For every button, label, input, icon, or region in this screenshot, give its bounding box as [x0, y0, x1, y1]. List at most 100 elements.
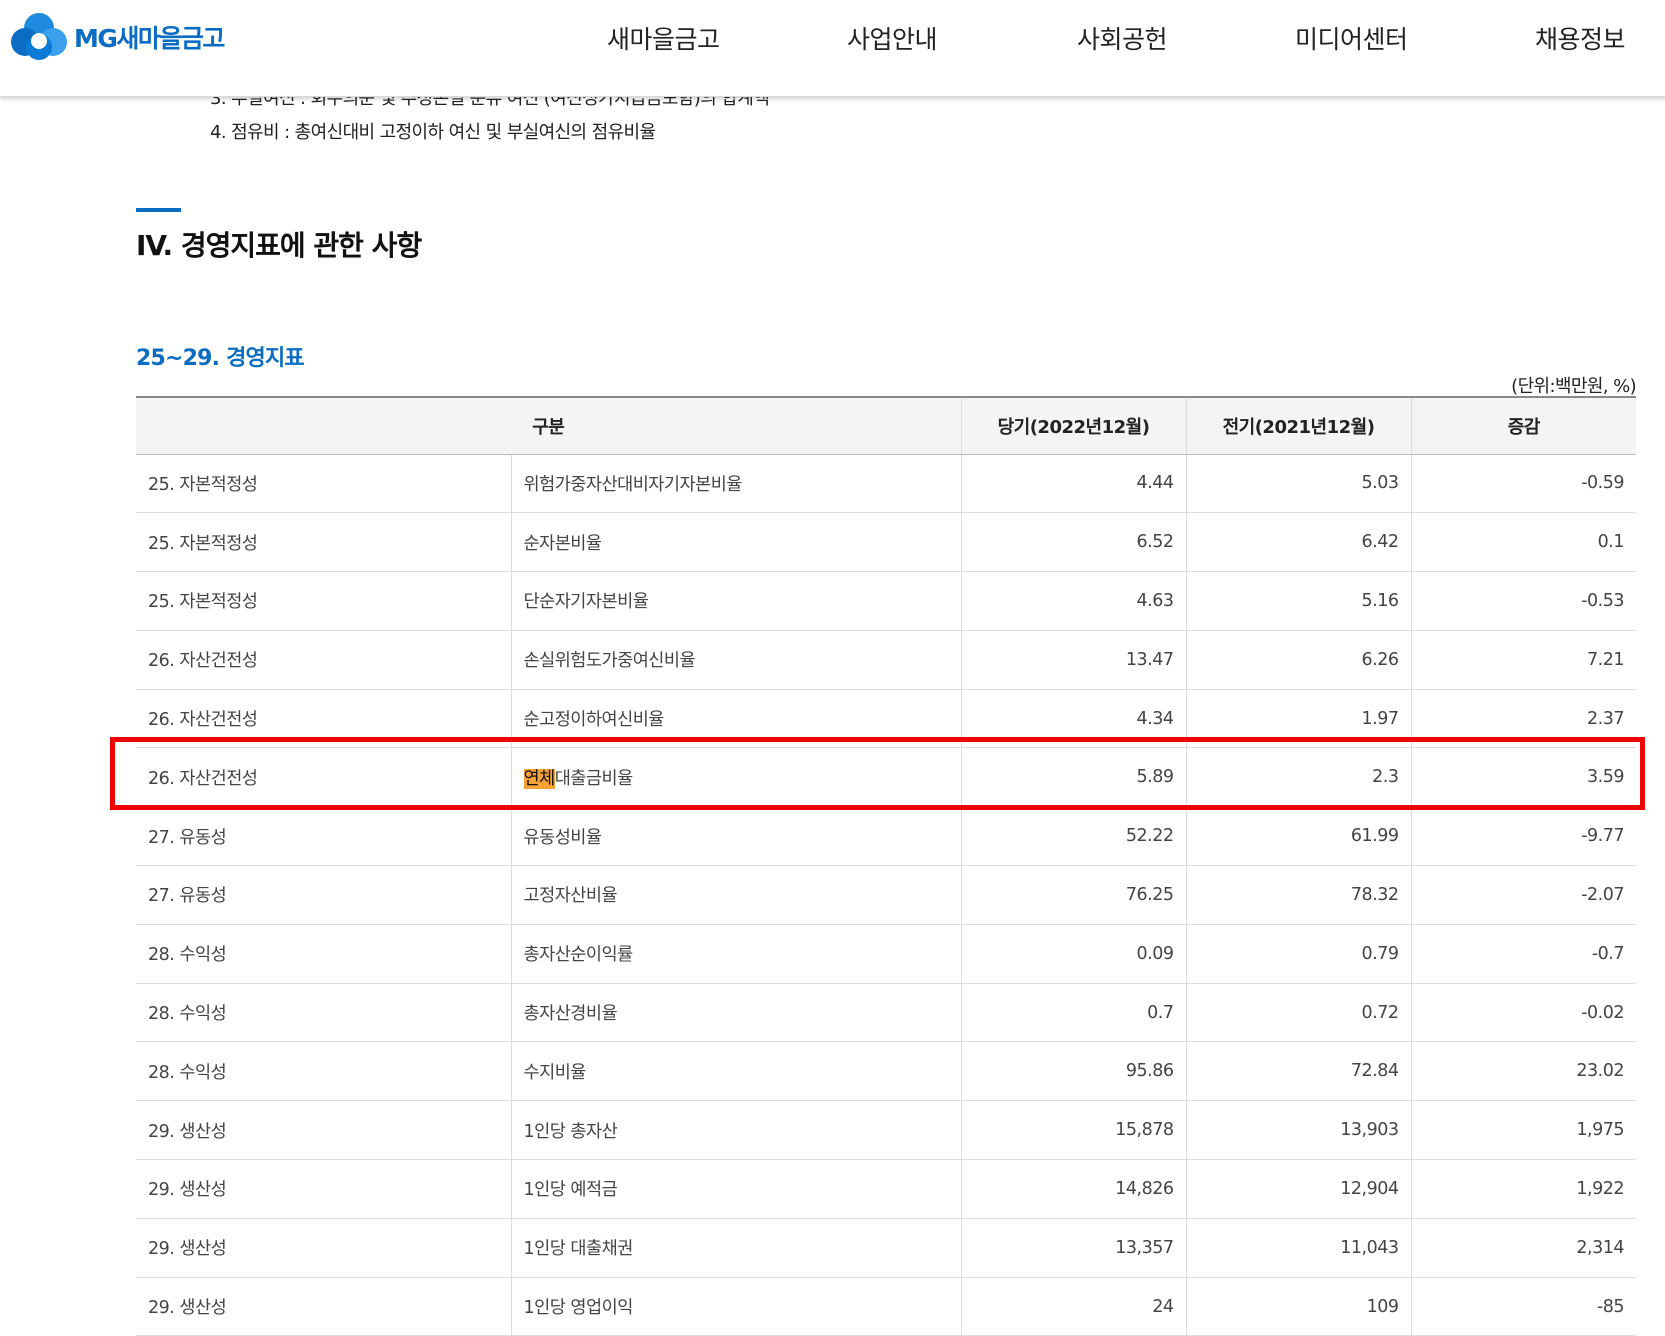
- cell-current: 14,826: [960, 1159, 1186, 1219]
- cell-category: 28. 수익성: [136, 1041, 511, 1102]
- table-header-row: 구분 당기(2022년12월) 전기(2021년12월) 증감: [136, 396, 1636, 455]
- cell-category: 26. 자산건전성: [136, 689, 511, 749]
- cell-change: 1,922: [1410, 1159, 1636, 1219]
- cell-item: 순자본비율: [510, 512, 961, 573]
- nav-item-recruit[interactable]: 채용정보: [1535, 20, 1626, 56]
- cell-change: 7.21: [1410, 630, 1636, 690]
- cell-category: 25. 자본적정성: [136, 571, 511, 631]
- cell-item: 순고정이하여신비율: [510, 689, 961, 749]
- table-row: 26. 자산건전성 순고정이하여신비율 4.34 1.97 2.37: [136, 689, 1636, 749]
- cell-item: 유동성비율: [510, 806, 961, 867]
- cell-item-text: 대출금비율: [554, 768, 634, 789]
- cell-previous: 109: [1185, 1277, 1411, 1336]
- cell-category: 27. 유동성: [136, 865, 511, 925]
- cell-previous: 11,043: [1185, 1218, 1411, 1278]
- cell-change: -0.02: [1410, 983, 1636, 1043]
- table-row: 25. 자본적정성 단순자기자본비율 4.63 5.16 -0.53: [136, 571, 1636, 631]
- cell-item: 1인당 영업이익: [510, 1277, 961, 1336]
- cell-current: 4.44: [960, 454, 1186, 514]
- cell-current: 52.22: [960, 806, 1186, 867]
- cell-item: 1인당 총자산: [510, 1100, 961, 1161]
- cell-previous: 78.32: [1185, 865, 1411, 925]
- nav-item-media[interactable]: 미디어센터: [1295, 20, 1408, 56]
- cell-current: 95.86: [960, 1041, 1186, 1102]
- search-highlight: 연체: [523, 768, 555, 789]
- cell-item: 단순자기자본비율: [510, 571, 961, 631]
- table-row: 29. 생산성 1인당 영업이익 24 109 -85: [136, 1277, 1636, 1336]
- cell-change: 0.1: [1410, 512, 1636, 573]
- header-previous: 전기(2021년12월): [1185, 396, 1411, 455]
- cell-previous: 1.97: [1185, 689, 1411, 749]
- cell-category: 27. 유동성: [136, 806, 511, 867]
- table-row: 28. 수익성 총자산경비율 0.7 0.72 -0.02: [136, 983, 1636, 1043]
- cell-change: 1,975: [1410, 1100, 1636, 1161]
- cell-item: 위험가중자산대비자기자본비율: [510, 454, 961, 514]
- header-division: 구분: [136, 396, 961, 455]
- cell-category: 29. 생산성: [136, 1218, 511, 1278]
- cell-item: 고정자산비율: [510, 865, 961, 925]
- cell-change: 23.02: [1410, 1041, 1636, 1102]
- cell-change: 2,314: [1410, 1218, 1636, 1278]
- cell-previous: 61.99: [1185, 806, 1411, 867]
- cell-previous: 5.03: [1185, 454, 1411, 514]
- site-header: MG새마을금고 새마을금고 사업안내 사회공헌 미디어센터 채용정보: [0, 0, 1665, 97]
- logo-text: MG새마을금고: [74, 24, 225, 53]
- subsection-title: 25~29. 경영지표: [136, 346, 305, 371]
- cell-category: 26. 자산건전성: [136, 630, 511, 690]
- cell-item: 손실위험도가중여신비율: [510, 630, 961, 690]
- table-row: 27. 유동성 유동성비율 52.22 61.99 -9.77: [136, 806, 1636, 867]
- cell-current: 0.7: [960, 983, 1186, 1043]
- header-change: 증감: [1410, 396, 1636, 455]
- cell-previous: 2.3: [1185, 747, 1411, 808]
- cell-change: 2.37: [1410, 689, 1636, 749]
- cell-current: 4.34: [960, 689, 1186, 749]
- table-row: 26. 자산건전성 연체대출금비율 5.89 2.3 3.59: [136, 747, 1636, 808]
- cell-previous: 72.84: [1185, 1041, 1411, 1102]
- cell-item: 연체대출금비율: [510, 747, 961, 808]
- cell-change: -0.53: [1410, 571, 1636, 631]
- nav-item-social[interactable]: 사회공헌: [1077, 20, 1168, 56]
- footnote-4: 4. 점유비 : 총여신대비 고정이하 여신 및 부실여신의 점유비율: [210, 122, 656, 143]
- cell-category: 28. 수익성: [136, 924, 511, 984]
- cell-item: 1인당 예적금: [510, 1159, 961, 1219]
- cell-change: -85: [1410, 1277, 1636, 1336]
- table-row: 29. 생산성 1인당 총자산 15,878 13,903 1,975: [136, 1100, 1636, 1161]
- table-row: 29. 생산성 1인당 대출채권 13,357 11,043 2,314: [136, 1218, 1636, 1278]
- cell-previous: 0.72: [1185, 983, 1411, 1043]
- cell-current: 24: [960, 1277, 1186, 1336]
- cell-item: 수지비율: [510, 1041, 961, 1102]
- management-indicator-table: 구분 당기(2022년12월) 전기(2021년12월) 증감 25. 자본적정…: [136, 396, 1636, 1336]
- cell-category: 28. 수익성: [136, 983, 511, 1043]
- table-row: 25. 자본적정성 순자본비율 6.52 6.42 0.1: [136, 512, 1636, 573]
- cell-category: 29. 생산성: [136, 1159, 511, 1219]
- table-row: 25. 자본적정성 위험가중자산대비자기자본비율 4.44 5.03 -0.59: [136, 454, 1636, 514]
- cell-current: 13.47: [960, 630, 1186, 690]
- section-title: IV. 경영지표에 관한 사항: [136, 229, 422, 262]
- cell-current: 0.09: [960, 924, 1186, 984]
- cell-current: 15,878: [960, 1100, 1186, 1161]
- cell-category: 25. 자본적정성: [136, 454, 511, 514]
- cell-previous: 6.42: [1185, 512, 1411, 573]
- cell-category: 26. 자산건전성: [136, 747, 511, 808]
- cell-change: 3.59: [1410, 747, 1636, 808]
- nav-item-mg[interactable]: 새마을금고: [607, 20, 720, 56]
- section-accent-bar: [136, 208, 181, 212]
- cell-change: -0.59: [1410, 454, 1636, 514]
- mg-logo[interactable]: MG새마을금고: [10, 10, 225, 64]
- cell-current: 13,357: [960, 1218, 1186, 1278]
- table-row: 28. 수익성 총자산순이익률 0.09 0.79 -0.7: [136, 924, 1636, 984]
- cell-current: 5.89: [960, 747, 1186, 808]
- table-row: 27. 유동성 고정자산비율 76.25 78.32 -2.07: [136, 865, 1636, 925]
- table-row: 29. 생산성 1인당 예적금 14,826 12,904 1,922: [136, 1159, 1636, 1219]
- mg-cloud-logo-icon: [11, 13, 67, 60]
- cell-previous: 0.79: [1185, 924, 1411, 984]
- cell-current: 76.25: [960, 865, 1186, 925]
- cell-item: 총자산순이익률: [510, 924, 961, 984]
- cell-change: -2.07: [1410, 865, 1636, 925]
- table-row: 28. 수익성 수지비율 95.86 72.84 23.02: [136, 1041, 1636, 1102]
- unit-label: (단위:백만원, %): [1511, 376, 1636, 397]
- cell-item: 총자산경비율: [510, 983, 961, 1043]
- nav-item-business[interactable]: 사업안내: [847, 20, 938, 56]
- cell-previous: 12,904: [1185, 1159, 1411, 1219]
- cell-previous: 5.16: [1185, 571, 1411, 631]
